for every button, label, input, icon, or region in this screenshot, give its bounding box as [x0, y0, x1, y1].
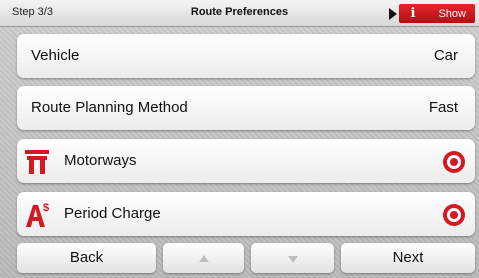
scroll-up-button[interactable] [163, 243, 244, 273]
period-charge-radio[interactable] [443, 204, 465, 226]
route-preferences-screen: Step 3/3 Route Preferences i Show Vehicl… [0, 0, 479, 278]
play-icon [389, 8, 397, 20]
next-button[interactable]: Next [341, 243, 475, 273]
period-charge-icon: $ [26, 202, 49, 227]
route-planning-method-value: Fast [428, 99, 458, 116]
motorways-label: Motorways [64, 152, 137, 169]
route-planning-method-label: Route Planning Method [31, 99, 188, 116]
header-bar: Step 3/3 Route Preferences i Show [0, 0, 479, 27]
svg-text:$: $ [43, 202, 49, 214]
arrow-down-icon [287, 255, 298, 263]
vehicle-value: Car [433, 47, 458, 64]
back-button[interactable]: Back [17, 243, 156, 273]
show-button[interactable]: i Show [399, 4, 475, 23]
period-charge-row[interactable]: $ Period Charge [17, 192, 475, 236]
route-planning-method-row[interactable]: Route Planning Method Fast [17, 86, 475, 130]
show-button-label: Show [438, 7, 466, 20]
period-charge-label: Period Charge [64, 205, 161, 222]
scroll-down-button[interactable] [251, 243, 334, 273]
info-icon: i [410, 6, 416, 21]
vehicle-row[interactable]: Vehicle Car [17, 34, 475, 78]
arrow-up-icon [198, 254, 209, 262]
next-button-label: Next [392, 249, 424, 266]
motorways-row[interactable]: Motorways [17, 139, 475, 183]
motorway-icon [25, 150, 49, 174]
radio-selected-dot [450, 211, 458, 219]
back-button-label: Back [69, 249, 104, 266]
vehicle-label: Vehicle [31, 47, 80, 64]
radio-selected-dot [450, 158, 458, 166]
motorways-radio[interactable] [443, 151, 465, 173]
